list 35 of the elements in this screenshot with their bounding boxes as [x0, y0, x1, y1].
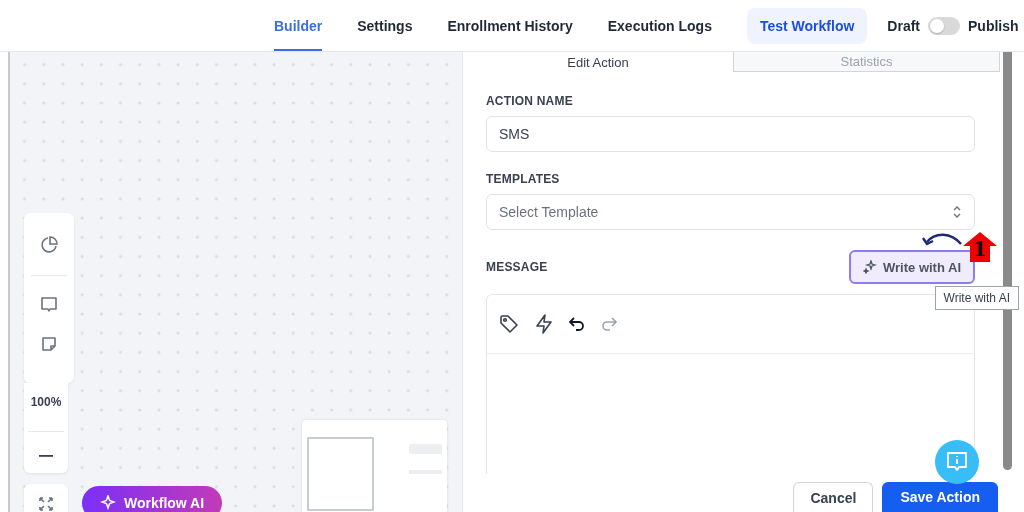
sparkle-icon [100, 495, 116, 511]
test-workflow-button[interactable]: Test Workflow [746, 7, 868, 44]
cancel-button[interactable]: Cancel [793, 482, 874, 512]
save-button[interactable]: Save Action [882, 482, 998, 512]
write-with-ai-button[interactable]: Write with AI [849, 250, 975, 284]
field-label: ACTION NAME [486, 94, 574, 108]
zoom-level: 100% [30, 395, 62, 411]
nav-tab[interactable]: Execution Logs [607, 0, 712, 51]
comment-icon[interactable] [40, 296, 58, 314]
info-chat-icon [945, 450, 969, 474]
sticky-note-icon[interactable] [41, 336, 57, 352]
zoom-out-icon[interactable] [39, 454, 53, 458]
panel-tab[interactable]: Edit Action [463, 52, 733, 72]
annotation-marker: 1 [962, 231, 998, 263]
chevron-updown-icon [952, 204, 962, 220]
publish-toggle[interactable] [928, 16, 960, 35]
undo-icon[interactable] [569, 317, 585, 331]
workflow-ai-button[interactable]: Workflow AI [82, 486, 223, 512]
action-name-field[interactable]: SMS [486, 116, 975, 152]
redo-icon[interactable] [601, 317, 617, 331]
fit-view-button[interactable] [24, 484, 68, 512]
lightning-icon[interactable] [535, 314, 553, 334]
expand-icon [38, 496, 54, 512]
template-select[interactable]: Select Template [486, 194, 975, 230]
tooltip: Write with AI [934, 286, 1019, 310]
field-label: MESSAGE [486, 260, 548, 274]
tag-icon[interactable] [499, 314, 519, 334]
curved-arrow-icon [921, 232, 963, 248]
field-label: TEMPLATES [486, 172, 561, 186]
pie-chart-icon[interactable] [39, 235, 59, 255]
nav-tab[interactable]: Enrollment History [447, 0, 573, 51]
sparkle-icon [863, 260, 877, 274]
nav-tab[interactable]: Settings [357, 0, 413, 51]
toggle-label: Publish [968, 17, 1019, 34]
toggle-label: Draft [887, 17, 920, 34]
